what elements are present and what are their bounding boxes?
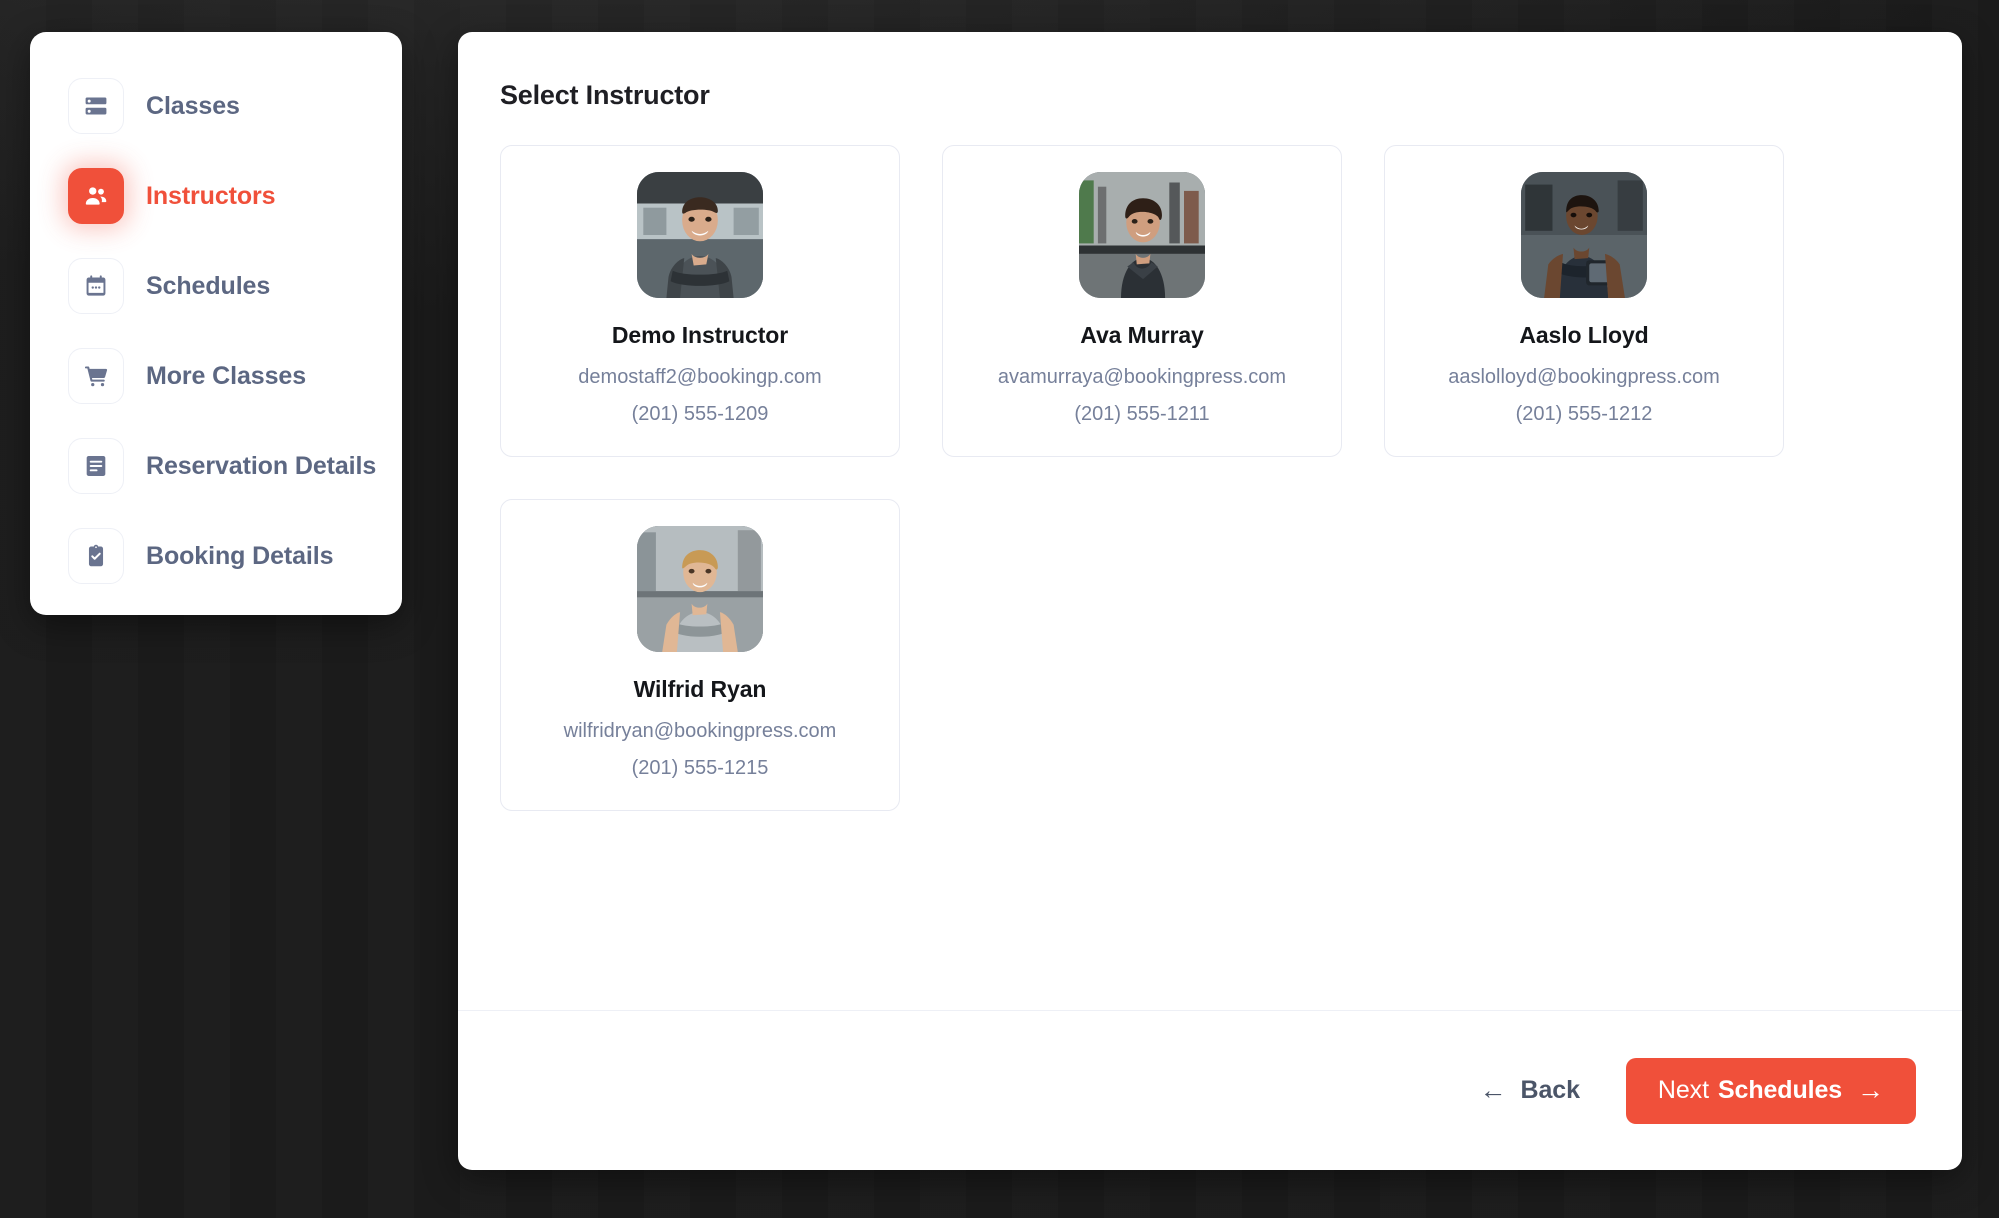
instructor-avatar — [1521, 172, 1647, 298]
panel-footer: ← Back Next Schedules → — [458, 1010, 1962, 1170]
instructor-card[interactable]: Wilfrid Ryan wilfridryan@bookingpress.co… — [500, 499, 900, 811]
next-button-label-bold: Schedules — [1717, 1076, 1843, 1104]
main-panel: Select Instructor Demo Instructor demost… — [458, 32, 1962, 1170]
instructor-email: avamurraya@bookingpress.com — [997, 366, 1287, 388]
sidebar-item-label: Booking Details — [146, 541, 334, 570]
sidebar-item-classes[interactable]: Classes — [30, 78, 402, 134]
instructor-phone: (201) 555-1212 — [1515, 403, 1653, 425]
instructor-card[interactable]: Demo Instructor demostaff2@bookingp.com … — [500, 145, 900, 457]
sidebar-item-label: Instructors — [146, 181, 276, 210]
page-title: Select Instructor — [500, 80, 710, 110]
back-button[interactable]: ← Back — [1480, 1076, 1580, 1105]
sidebar-item-instructors[interactable]: Instructors — [30, 168, 402, 224]
instructor-avatar — [1079, 172, 1205, 298]
sidebar-item-label: More Classes — [146, 361, 306, 390]
instructor-name: Aaslo Lloyd — [1519, 322, 1649, 348]
instructor-name: Wilfrid Ryan — [633, 676, 767, 702]
instructor-email: wilfridryan@bookingpress.com — [563, 720, 837, 742]
instructor-email: aaslolloyd@bookingpress.com — [1448, 366, 1720, 388]
sidebar-item-label: Reservation Details — [146, 451, 377, 480]
sidebar-item-label: Classes — [146, 91, 240, 120]
next-schedules-button[interactable]: Next Schedules → — [1625, 1057, 1916, 1124]
sidebar-item-label: Schedules — [146, 271, 271, 300]
instructor-grid: Demo Instructor demostaff2@bookingp.com … — [500, 145, 1920, 811]
sidebar: Classes Instructors Schedules More Class… — [30, 32, 402, 615]
instructor-name: Ava Murray — [1080, 322, 1204, 348]
instructor-email: demostaff2@bookingp.com — [578, 366, 822, 388]
next-button-label-light: Next — [1657, 1076, 1709, 1104]
sidebar-item-schedules[interactable]: Schedules — [30, 258, 402, 314]
sidebar-item-booking-details[interactable]: Booking Details — [30, 528, 402, 584]
instructor-card[interactable]: Aaslo Lloyd aaslolloyd@bookingpress.com … — [1384, 145, 1784, 457]
instructor-avatar — [637, 526, 763, 652]
document-icon — [68, 438, 124, 494]
sidebar-item-more-classes[interactable]: More Classes — [30, 348, 402, 404]
shopping-cart-icon — [68, 348, 124, 404]
instructor-card[interactable]: Ava Murray avamurraya@bookingpress.com (… — [942, 145, 1342, 457]
panel-body: Select Instructor Demo Instructor demost… — [458, 32, 1962, 1010]
instructor-phone: (201) 555-1211 — [1074, 403, 1210, 425]
arrow-right-icon: → — [1857, 1075, 1884, 1105]
instructor-phone: (201) 555-1215 — [631, 757, 769, 779]
back-button-label: Back — [1520, 1076, 1580, 1104]
instructor-avatar — [637, 172, 763, 298]
calendar-icon — [68, 258, 124, 314]
server-list-icon — [68, 78, 124, 134]
arrow-left-icon: ← — [1479, 1075, 1507, 1105]
instructor-phone: (201) 555-1209 — [631, 403, 769, 425]
sidebar-item-reservation-details[interactable]: Reservation Details — [30, 438, 402, 494]
instructor-name: Demo Instructor — [611, 322, 789, 348]
clipboard-check-icon — [68, 528, 124, 584]
people-group-icon — [68, 168, 124, 224]
